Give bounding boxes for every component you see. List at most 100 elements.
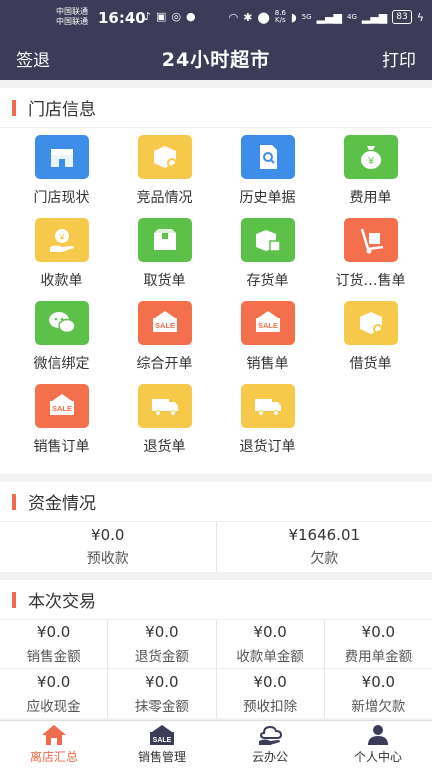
delivery-truck-icon — [137, 384, 192, 428]
home-icon — [40, 724, 68, 746]
trade-cell: ¥0.0 预收扣除 — [217, 669, 325, 718]
store-grid-item-label: 门店现状 — [33, 190, 90, 206]
signal2-label: 4G — [347, 13, 357, 21]
trade-cell: ¥0.0 退货金额 — [108, 620, 217, 668]
store-grid-item[interactable]: 取货单 — [113, 215, 216, 298]
section-accent-bar — [12, 591, 16, 608]
sale-sign-icon: SALE — [137, 301, 192, 345]
store-grid-item-label: 退货订单 — [239, 439, 296, 455]
store-grid-item-label: 销售单 — [246, 356, 289, 372]
charging-icon: ϟ — [416, 10, 424, 24]
trade-section: ¥0.0 销售金额 ¥0.0 退货金额 ¥0.0 收款单金额 ¥0.0 费用单金额 ¥0… — [0, 620, 432, 718]
store-section-title: 门店信息 — [0, 88, 432, 128]
section-accent-bar — [12, 493, 16, 510]
app-icon: ▣ — [156, 10, 167, 23]
store-grid: 门店现状 竞品情况 历史单据 ¥ 费用单 ¥ 收款单 取货单 存货单 订货…售单 微信绑定 SALE 综… — [0, 132, 432, 464]
store-grid-item[interactable]: ¥ 收款单 — [10, 215, 113, 298]
store-grid-item-label: 销售订单 — [33, 439, 90, 455]
app-header: 签退 24小时超市 打印 — [0, 36, 432, 80]
svg-text:SALE: SALE — [153, 737, 172, 744]
trade-cell: ¥0.0 新增欠款 — [351, 672, 406, 715]
trade-cell: ¥0.0 销售金额 — [0, 620, 109, 668]
notification-icons: ♪ ▣ ◎ ● — [144, 10, 196, 23]
signal-icon: ▂▄▆ — [316, 10, 342, 24]
trade-cell: ¥0.0 抹零金额 — [108, 669, 217, 718]
nav-store-summary[interactable]: 离店汇总 — [0, 721, 108, 768]
nav-sales-management[interactable]: SALE 销售管理 — [108, 721, 216, 768]
trade-cell: ¥0.0 收款单金额 — [217, 620, 325, 668]
cloud-hand-icon — [256, 724, 284, 746]
signal-label: 5G — [301, 13, 312, 21]
store-grid-item-label: 取货单 — [143, 273, 186, 289]
battery-indicator: 83 — [392, 10, 412, 24]
fund-debt[interactable]: ¥1646.01 欠款 — [217, 522, 432, 572]
store-grid-item[interactable]: 退货订单 — [216, 381, 319, 464]
music-note-icon: ♪ — [144, 10, 152, 23]
store-grid-item-label: 存货单 — [246, 273, 289, 289]
store-grid-item-label: 退货单 — [143, 439, 186, 455]
bottom-nav: 离店汇总 SALE 销售管理 云办公 个人中心 — [0, 720, 432, 768]
store-grid-item-label: 借货单 — [349, 356, 392, 372]
print-button[interactable]: 打印 — [382, 46, 416, 71]
store-grid-item[interactable]: 门店现状 — [10, 132, 113, 215]
store-grid-item-label: 竞品情况 — [136, 190, 193, 206]
hand-truck-icon — [343, 218, 398, 262]
coin-hand-icon: ¥ — [34, 218, 89, 262]
store-grid-item[interactable]: 订货…售单 — [319, 215, 422, 298]
svg-text:SALE: SALE — [154, 321, 174, 330]
clock: 16:40 — [98, 9, 146, 27]
section-accent-bar — [12, 99, 16, 116]
sign-out-button[interactable]: 签退 — [16, 46, 50, 71]
carrier-1: 中国联通 — [56, 7, 88, 16]
fund-prepaid[interactable]: ¥0.0 预收款 — [0, 522, 217, 572]
store-grid-item[interactable]: 竞品情况 — [113, 132, 216, 215]
nav-cloud-office[interactable]: 云办公 — [216, 721, 324, 768]
headphones-icon: ◠ — [228, 10, 239, 24]
store-grid-item[interactable]: SALE 销售订单 — [10, 381, 113, 464]
trade-row: ¥0.0 应收现金 ¥0.0 抹零金额 ¥0.0 预收扣除 ¥0.0 新增欠款 — [0, 669, 432, 718]
carrier-info: 中国联通 中国联通 — [56, 7, 88, 27]
fund-value: ¥0.0 — [91, 526, 125, 544]
system-icons: ◠ ✱ ⬤ 8.6 K/s ◗ 5G ▂▄▆ 4G ▂▄▆ 83 ϟ — [229, 10, 424, 24]
bluetooth-icon: ✱ — [243, 10, 253, 24]
store-grid-item[interactable]: SALE 销售单 — [216, 298, 319, 381]
net-speed: 8.6 K/s — [274, 9, 286, 24]
trade-cell: ¥0.0 应收现金 — [0, 669, 109, 718]
svg-text:SALE: SALE — [51, 404, 71, 413]
box-icon — [137, 218, 192, 262]
store-section: 门店现状 竞品情况 历史单据 ¥ 费用单 ¥ 收款单 取货单 存货单 订货…售单 微信绑定 SALE 综… — [0, 128, 432, 474]
funds-section-title: 资金情况 — [0, 482, 432, 522]
money-bag-icon: ¥ — [343, 135, 398, 179]
fund-value: ¥1646.01 — [288, 526, 361, 544]
svg-text:¥: ¥ — [58, 232, 65, 242]
store-grid-item[interactable]: 历史单据 — [216, 132, 319, 215]
store-grid-item[interactable]: 存货单 — [216, 215, 319, 298]
delivery-truck-icon — [240, 384, 295, 428]
store-grid-item-label: 收款单 — [40, 273, 83, 289]
store-grid-item[interactable]: 退货单 — [113, 381, 216, 464]
store-grid-item[interactable]: ¥ 费用单 — [319, 132, 422, 215]
svg-text:¥: ¥ — [367, 156, 374, 167]
storefront-icon — [34, 135, 89, 179]
trade-cell: ¥0.0 费用单金额 — [344, 623, 413, 665]
store-grid-item[interactable]: 借货单 — [319, 298, 422, 381]
fund-label: 预收款 — [86, 551, 129, 567]
sale-sign-icon: SALE — [240, 301, 295, 345]
store-grid-item[interactable]: 微信绑定 — [10, 298, 113, 381]
wifi-icon: ◗ — [290, 10, 297, 24]
carrier-2: 中国联通 — [56, 17, 88, 26]
store-grid-item[interactable]: SALE 综合开单 — [113, 298, 216, 381]
store-grid-item-label: 综合开单 — [136, 356, 193, 372]
page-title: 24小时超市 — [161, 48, 271, 71]
signal2-icon: ▂▄▆ — [361, 10, 388, 24]
sale-sign-icon: SALE — [34, 384, 89, 428]
status-bar: 中国联通 中国联通 16:40 ♪ ▣ ◎ ● ◠ ✱ ⬤ 8.6 K/s ◗ … — [0, 0, 432, 36]
document-search-icon — [240, 135, 295, 179]
fund-label: 欠款 — [310, 551, 339, 567]
store-grid-item-label: 订货…售单 — [335, 273, 406, 289]
box-search-icon — [137, 135, 192, 179]
nav-personal-center[interactable]: 个人中心 — [324, 721, 432, 768]
store-grid-item-label: 微信绑定 — [33, 356, 90, 372]
svg-text:SALE: SALE — [257, 321, 277, 330]
sale-sign-icon: SALE — [148, 724, 176, 746]
